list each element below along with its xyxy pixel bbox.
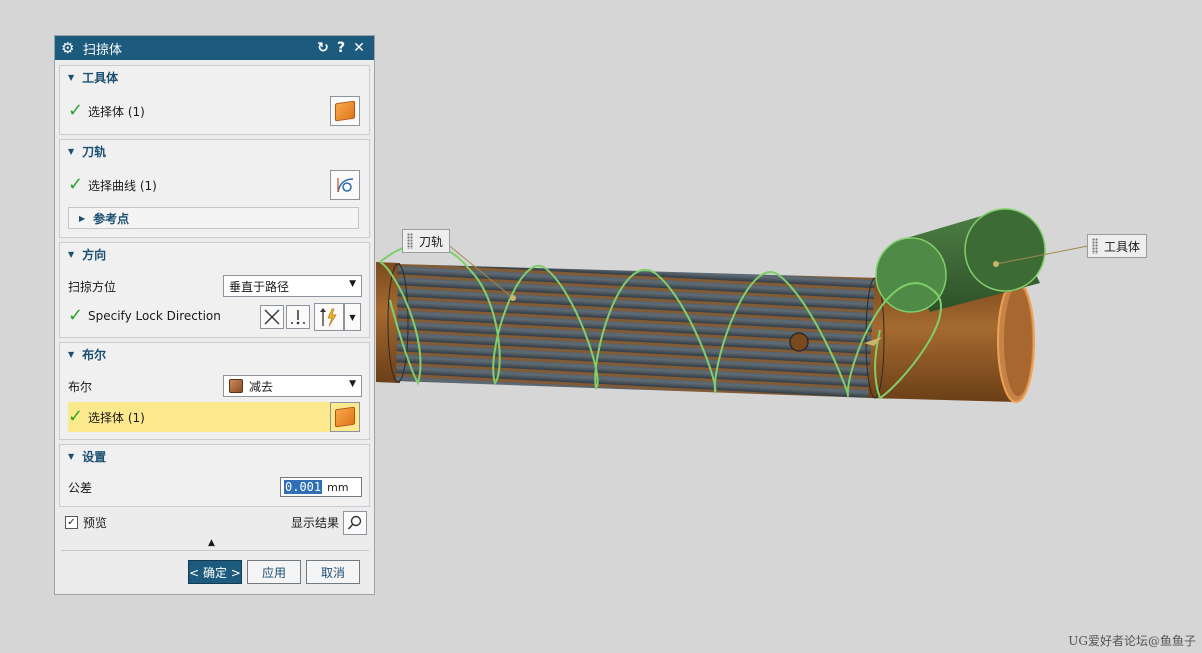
vector-dialog-button[interactable] xyxy=(260,305,284,329)
tool-callout[interactable]: 工具体 xyxy=(1087,234,1148,258)
vector-icon xyxy=(264,309,280,325)
direction-header-label: 方向 xyxy=(82,247,107,262)
tolerance-input[interactable]: 0.001 mm xyxy=(280,477,362,497)
divider xyxy=(61,550,369,551)
expand-icon: ▶ xyxy=(79,213,86,223)
watermark: UG爱好者论坛@鱼鱼子 xyxy=(1068,634,1196,648)
gear-icon: ⚙ xyxy=(61,39,75,57)
path-header[interactable]: ▼ 刀轨 xyxy=(60,140,369,162)
lock-direction-label: Specify Lock Direction xyxy=(88,309,221,323)
ok-button[interactable]: < 确定 > xyxy=(188,560,242,584)
grip-icon xyxy=(407,233,413,249)
dropdown-arrow-icon: ▼ xyxy=(349,312,356,322)
path-header-label: 刀轨 xyxy=(82,144,107,159)
collapse-more-icon[interactable]: ▲ xyxy=(208,538,215,548)
path-group: ▼ 刀轨 ✓ 选择曲线 (1) ▶ 参考点 xyxy=(59,139,370,238)
preview-checkbox-row[interactable]: ✓ 预览 xyxy=(65,514,107,531)
close-icon[interactable]: ✕ xyxy=(350,40,368,56)
orientation-row: 扫掠方位 xyxy=(68,275,218,297)
dropdown-arrow-icon: ▼ xyxy=(349,279,356,289)
subtract-icon xyxy=(229,379,243,393)
tolerance-unit: mm xyxy=(327,480,349,494)
collapse-icon: ▼ xyxy=(68,349,75,359)
dialog-title: 扫掠体 xyxy=(83,42,123,58)
preview-checkbox[interactable]: ✓ xyxy=(65,516,78,529)
boolean-label: 布尔 xyxy=(68,379,93,394)
select-body-button[interactable] xyxy=(330,96,360,126)
lightning-vector-icon xyxy=(320,308,337,327)
check-icon: ✓ xyxy=(68,174,84,195)
show-result-label: 显示结果 xyxy=(291,516,340,530)
curve-icon xyxy=(337,178,354,193)
path-callout[interactable]: 刀轨 xyxy=(402,229,451,253)
tool-body-header[interactable]: ▼ 工具体 xyxy=(60,66,369,88)
lock-direction-row[interactable]: ✓ Specify Lock Direction xyxy=(68,305,258,327)
tool-body-select-label: 选择体 (1) xyxy=(88,104,145,119)
collapse-icon: ▼ xyxy=(68,451,75,461)
tool-far-face xyxy=(964,208,1046,292)
show-result-button[interactable] xyxy=(343,511,367,535)
pipe-core xyxy=(396,264,880,398)
ref-point-subgroup[interactable]: ▶ 参考点 xyxy=(68,207,359,229)
vector-options-dropdown[interactable]: ▼ xyxy=(344,303,361,331)
collapse-icon: ▼ xyxy=(68,249,75,259)
reverse-direction-icon xyxy=(291,310,305,325)
path-callout-label: 刀轨 xyxy=(419,234,444,249)
solid-body-icon xyxy=(335,406,355,428)
settings-header[interactable]: ▼ 设置 xyxy=(60,445,369,467)
magnifier-icon xyxy=(347,515,362,530)
path-select-row[interactable]: ✓ 选择曲线 (1) xyxy=(68,174,363,196)
preview-label: 预览 xyxy=(83,516,108,530)
dialog-titlebar[interactable]: ⚙ 扫掠体 ↻ ? ✕ xyxy=(55,36,374,60)
check-icon: ✓ xyxy=(68,406,84,427)
inferred-vector-button[interactable] xyxy=(314,303,344,331)
orientation-value: 垂直于路径 xyxy=(229,279,290,294)
select-curve-button[interactable] xyxy=(330,170,360,200)
grip-icon xyxy=(1092,238,1098,254)
orientation-label: 扫掠方位 xyxy=(68,279,117,294)
tool-leader-dot xyxy=(993,261,999,267)
reverse-direction-button[interactable] xyxy=(286,305,310,329)
check-icon: ✓ xyxy=(68,305,84,326)
solid-body-icon xyxy=(335,100,355,122)
path-select-label: 选择曲线 (1) xyxy=(88,178,157,193)
boolean-select-row[interactable]: ✓ 选择体 (1) xyxy=(68,406,318,428)
tolerance-row: 公差 xyxy=(68,476,218,498)
boolean-header-label: 布尔 xyxy=(82,347,107,362)
cancel-button[interactable]: 取消 xyxy=(306,560,360,584)
orientation-select[interactable]: 垂直于路径 ▼ xyxy=(223,275,362,297)
check-icon: ✓ xyxy=(68,100,84,121)
help-icon[interactable]: ? xyxy=(332,40,350,56)
collapse-icon: ▼ xyxy=(68,72,75,82)
apply-button[interactable]: 应用 xyxy=(247,560,301,584)
boolean-select[interactable]: 减去 ▼ xyxy=(223,375,362,397)
tool-body-select-row[interactable]: ✓ 选择体 (1) xyxy=(68,100,363,122)
boolean-header[interactable]: ▼ 布尔 xyxy=(60,343,369,365)
pipe-end-inner xyxy=(1004,286,1032,396)
ref-point-label: 参考点 xyxy=(93,211,130,226)
tool-body-group: ▼ 工具体 ✓ 选择体 (1) xyxy=(59,65,370,135)
dropdown-arrow-icon: ▼ xyxy=(349,379,356,389)
settings-header-label: 设置 xyxy=(82,449,107,464)
settings-group: ▼ 设置 公差 0.001 mm xyxy=(59,444,370,507)
boolean-select-label: 选择体 (1) xyxy=(88,410,145,425)
tolerance-value: 0.001 xyxy=(284,480,323,494)
path-leader-dot xyxy=(510,295,516,301)
direction-header[interactable]: ▼ 方向 xyxy=(60,243,369,265)
boolean-row: 布尔 xyxy=(68,375,218,397)
direction-group: ▼ 方向 扫掠方位 垂直于路径 ▼ ✓ Specify Lock Directi… xyxy=(59,242,370,338)
sweep-body-dialog: ⚙ 扫掠体 ↻ ? ✕ ▼ 工具体 ✓ 选择体 (1) ▼ 刀轨 ✓ 选择曲线 … xyxy=(54,35,375,595)
tool-body-header-label: 工具体 xyxy=(82,70,119,85)
collapse-icon: ▼ xyxy=(68,146,75,156)
pipe-hole xyxy=(789,332,809,352)
boolean-select-body-button[interactable] xyxy=(330,402,360,432)
reset-icon[interactable]: ↻ xyxy=(314,40,332,56)
tool-callout-label: 工具体 xyxy=(1104,239,1141,254)
tolerance-label: 公差 xyxy=(68,480,93,495)
boolean-value: 减去 xyxy=(249,379,274,394)
boolean-group: ▼ 布尔 布尔 减去 ▼ ✓ 选择体 (1) xyxy=(59,342,370,440)
